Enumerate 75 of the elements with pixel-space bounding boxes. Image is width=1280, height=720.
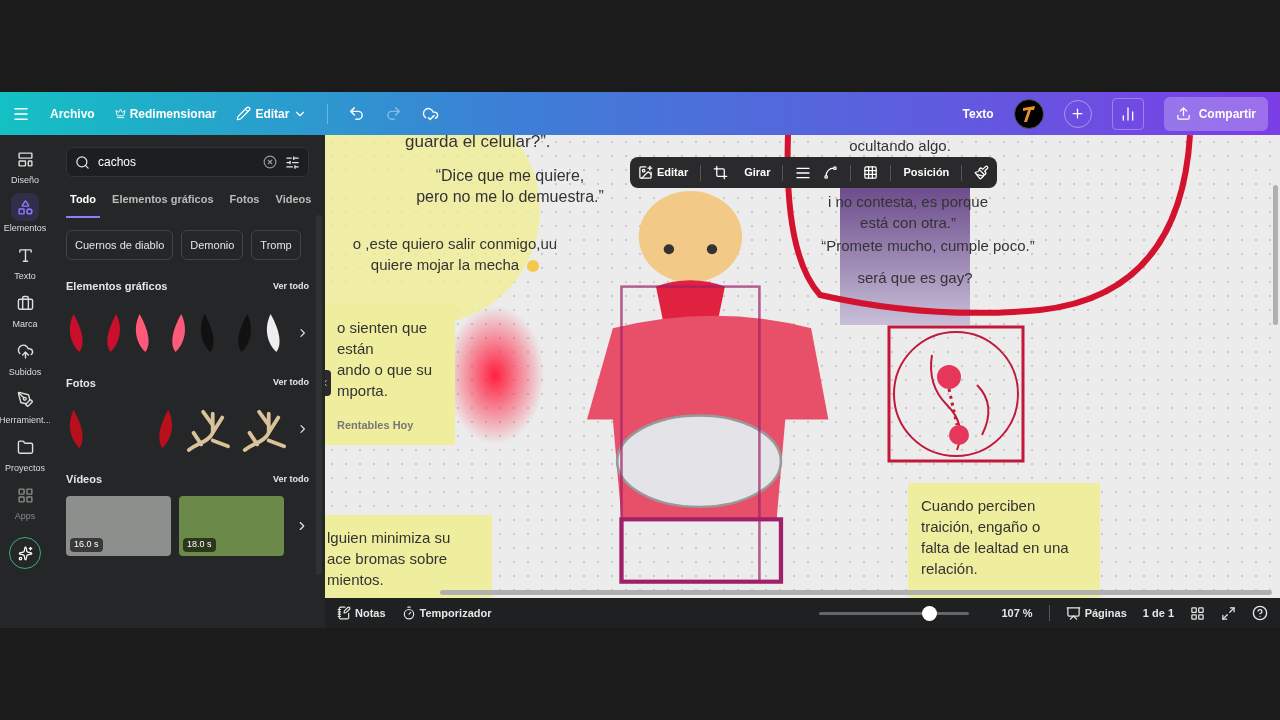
upload-icon [16, 342, 34, 360]
cloud-saved-icon[interactable] [422, 105, 440, 122]
notes-button[interactable]: Notas [337, 604, 386, 622]
upload-icon [1175, 106, 1191, 121]
sidebar-item[interactable]: Proyectos [0, 433, 50, 474]
text-icon [16, 246, 34, 264]
section-title: Vídeos [66, 472, 103, 487]
crop-icon [713, 165, 729, 180]
duration-badge: 18.0 s [183, 538, 216, 552]
category-tab[interactable]: Elementos gráficos [108, 191, 218, 218]
mode-label: Texto [962, 105, 994, 123]
zoom-slider-thumb[interactable] [921, 605, 937, 621]
see-all-link[interactable]: Ver todo [273, 279, 309, 293]
timer-button[interactable]: Temporizador [401, 604, 492, 622]
quote-text: ocultando algo. [848, 136, 952, 156]
fullscreen-icon[interactable] [1221, 605, 1236, 621]
pencil-icon [236, 106, 252, 121]
filter-icon[interactable] [285, 154, 300, 170]
category-tab[interactable]: Todo [66, 191, 101, 218]
category-tab[interactable]: Videos [271, 191, 316, 218]
tools-icon [16, 390, 34, 408]
sticky-note: o sienten que están ando o que su mporta. Rentables Hoy [325, 303, 455, 445]
duration-badge: 16.0 s [70, 538, 103, 552]
paint-roller-icon[interactable] [974, 165, 990, 180]
section-title: Elementos gráficos [66, 279, 168, 294]
grid-view-icon[interactable] [1190, 605, 1205, 621]
crown-icon [114, 108, 126, 119]
image-icon [638, 165, 653, 180]
sidebar-item[interactable]: Diseño [0, 145, 50, 186]
quote-text: “Dice que me quiere, pero no me lo demuestra.” [415, 166, 605, 207]
see-all-link[interactable]: Ver todo [273, 376, 309, 390]
help-icon[interactable] [1252, 605, 1268, 621]
notes-icon [337, 606, 351, 620]
sparkles-icon [17, 545, 33, 561]
page-count: 1 de 1 [1142, 605, 1174, 621]
pages-button[interactable]: Páginas [1065, 604, 1127, 622]
suggestion-chip[interactable]: Tromp [251, 229, 301, 260]
folder-icon [16, 438, 34, 456]
transparency-icon[interactable] [863, 165, 879, 180]
timer-icon [401, 606, 416, 620]
search-field[interactable]: cachos [66, 147, 309, 177]
anatomy-icon [887, 325, 1025, 463]
quote-text: o ,este quiero salir conmigo,uu quiere mojar la mecha [351, 234, 559, 275]
edit-image-button[interactable]: Editar [638, 164, 689, 181]
insights-button[interactable] [1111, 97, 1144, 130]
undo-icon[interactable] [348, 105, 366, 122]
plus-icon [1070, 106, 1086, 121]
sidebar-item[interactable]: Texto [0, 241, 50, 282]
category-tab[interactable]: Fotos [225, 191, 264, 218]
rotate-button[interactable]: Girar [713, 164, 771, 181]
search-input[interactable]: cachos [98, 153, 255, 171]
sidebar-item[interactable]: Marca [0, 289, 50, 330]
see-all-link[interactable]: Ver todo [273, 472, 309, 486]
quote-text: guarda el celular?”. [405, 135, 551, 152]
brand-icon [16, 294, 34, 312]
section-title: Fotos [66, 375, 96, 391]
elements-icon [16, 198, 34, 216]
emoji-icon [527, 260, 540, 273]
share-button[interactable]: Compartir [1163, 96, 1268, 131]
pages-icon [1065, 605, 1081, 621]
search-icon [75, 154, 90, 170]
sidebar-item[interactable]: Herramient... [0, 385, 50, 426]
corner-rounding-icon[interactable] [823, 165, 839, 180]
user-avatar[interactable] [1013, 98, 1044, 129]
layout-icon [16, 150, 34, 168]
sticky-note: Cuando perciben traición, engaño o falta de lealtad en una relación. [908, 483, 1100, 598]
sidebar-item[interactable]: Elementos [0, 193, 50, 234]
apps-icon [16, 486, 34, 504]
zoom-reading: 107 % [1001, 605, 1033, 621]
sticky-note: lguien minimiza su ace bromas sobre mientos. [325, 515, 492, 598]
suggestion-chip[interactable]: Cuernos de diablo [66, 229, 174, 260]
suggestion-chip[interactable]: Demonio [181, 229, 244, 260]
position-button[interactable]: Posición [903, 164, 950, 181]
clear-icon[interactable] [263, 155, 277, 169]
sidebar-item[interactable]: Subidos [0, 337, 50, 378]
